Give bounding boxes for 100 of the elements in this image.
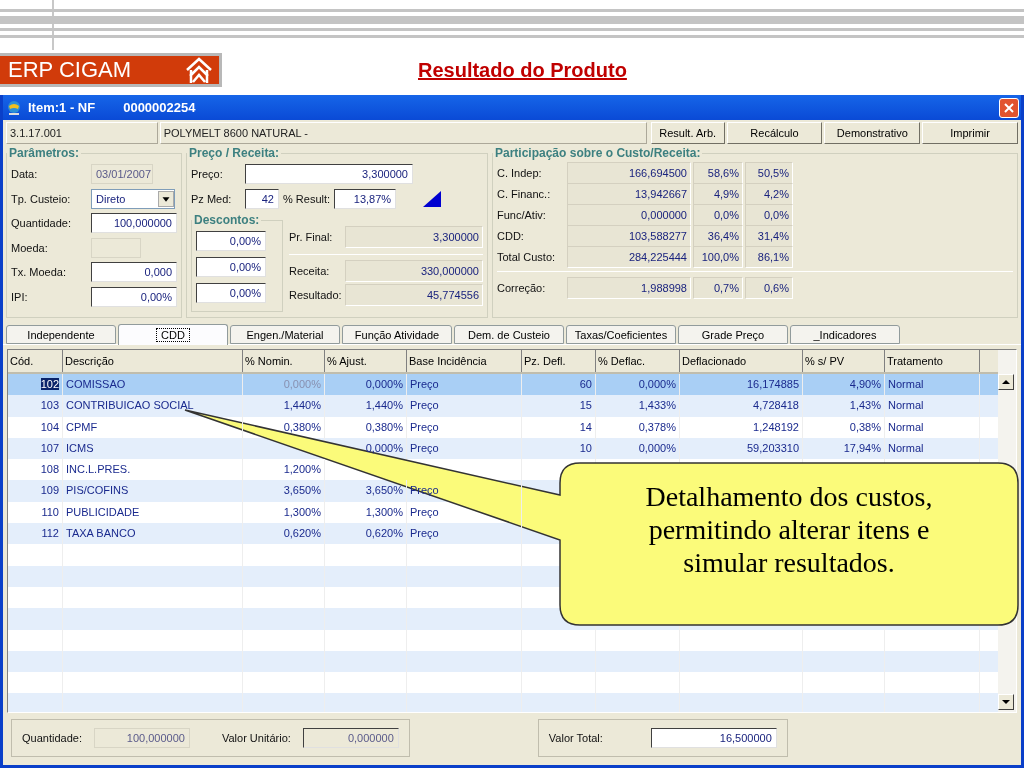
tab[interactable]: CDD <box>118 324 228 345</box>
tab[interactable]: Grade Preço <box>678 325 788 344</box>
readonly-field: 4,9% <box>693 182 743 205</box>
field-label: Preço: <box>191 168 224 181</box>
table-cell: 104 <box>8 416 63 438</box>
readonly-field: 86,1% <box>745 245 793 268</box>
readonly-field: 0,6% <box>745 277 793 300</box>
input-field[interactable]: 100,000000 <box>91 213 177 234</box>
table-cell: Preço <box>407 416 522 438</box>
readonly-field: 36,4% <box>693 224 743 247</box>
field-label: % Result: <box>283 192 331 205</box>
group-title: Preço / Receita: <box>188 146 281 160</box>
toolbar-button[interactable]: Result. Arb. <box>650 122 725 144</box>
readonly-field: 50,5% <box>745 161 793 184</box>
readonly-field: 58,6% <box>693 161 743 184</box>
column-header[interactable]: % Deflac. <box>596 350 680 372</box>
table-cell: PIS/COFINS <box>63 480 243 502</box>
field-label: Tx. Moeda: <box>11 266 68 279</box>
input-field[interactable]: 13,87% <box>334 188 397 209</box>
readonly-field: 31,4% <box>745 224 793 247</box>
table-cell: 1,248192 <box>680 416 803 438</box>
table-cell: 109 <box>8 480 63 502</box>
table-cell: Normal <box>885 416 980 438</box>
input-field[interactable]: 0,000 <box>91 262 177 283</box>
field-label: C. Financ.: <box>497 187 552 200</box>
discount-field[interactable]: 0,00% <box>196 283 266 303</box>
input-field[interactable]: 42 <box>245 188 279 209</box>
column-header[interactable]: Descrição <box>63 350 243 372</box>
field-label: Quantidade: <box>22 732 82 744</box>
readonly-field: 45,774556 <box>345 284 483 307</box>
readonly-field: 0,000000 <box>567 203 691 226</box>
toolbar-button[interactable]: Recálculo <box>726 122 823 144</box>
field-label: Valor Unitário: <box>221 732 291 744</box>
tab[interactable]: Função Atividade <box>342 325 452 344</box>
close-button[interactable] <box>999 97 1019 118</box>
discount-field[interactable]: 0,00% <box>196 257 266 277</box>
field-label: Quantidade: <box>11 217 72 230</box>
field-label: IPI: <box>11 290 29 303</box>
input-field[interactable]: 16,500000 <box>650 728 777 748</box>
readonly-field: 4,2% <box>745 182 793 205</box>
column-header[interactable]: % Ajust. <box>325 350 407 372</box>
field-label: Pz Med: <box>191 192 233 205</box>
readonly-field: 0,000000 <box>302 728 399 748</box>
column-header[interactable]: % s/ PV <box>803 350 885 372</box>
table-cell: 1,440% <box>243 395 325 417</box>
table-cell: 14 <box>522 416 596 438</box>
field-label: Resultado: <box>289 289 341 302</box>
tab[interactable]: Taxas/Coeficientes <box>566 325 676 344</box>
toolbar-button[interactable]: Demonstrativo <box>824 122 921 144</box>
table-cell: Preço <box>407 395 522 417</box>
column-header[interactable]: Base Incidência <box>407 350 522 372</box>
readonly-field: 284,225444 <box>567 245 691 268</box>
table-cell: 0,380% <box>325 416 407 438</box>
custeio-select[interactable]: Direto <box>91 188 175 209</box>
table-row[interactable]: 103 CONTRIBUICAO SOCIAL 1,440% 1,440% Preço 15 1,433% 4,728418 1,43% Normal <box>8 395 998 417</box>
table-cell: Normal <box>885 395 980 417</box>
readonly-field: 13,942667 <box>567 182 691 205</box>
column-header[interactable]: Cód. <box>8 350 63 372</box>
field-label: Receita: <box>289 264 331 277</box>
readonly-field: 103,588277 <box>567 224 691 247</box>
field-label: Total Custo: <box>497 250 557 263</box>
readonly-field: 0,0% <box>745 203 793 226</box>
readonly-field: 330,000000 <box>345 259 483 282</box>
table-cell: 3,650% <box>243 480 325 502</box>
column-header[interactable]: Deflacionado <box>680 350 803 372</box>
discount-field[interactable]: 0,00% <box>196 231 266 251</box>
caret-icon <box>158 190 174 207</box>
item-code: 3.1.17.001 <box>6 122 158 144</box>
table-cell: 0,38% <box>803 416 885 438</box>
field-label: Valor Total: <box>548 732 604 744</box>
toolbar-button[interactable]: Imprimir <box>922 122 1018 144</box>
field-label: C. Indep: <box>497 166 543 179</box>
column-header[interactable]: % Nomin. <box>243 350 325 372</box>
input-field[interactable]: 3,300000 <box>245 164 413 185</box>
table-row[interactable]: 102 COMISSAO 0,000% 0,000% Preço 60 0,000% 16,174885 4,90% Normal <box>8 374 998 396</box>
logo-text: ERP CIGAM <box>8 57 132 83</box>
readonly-field: 100,000000 <box>93 728 190 748</box>
up-arrow-icon <box>1002 379 1010 385</box>
scroll-up-button[interactable] <box>998 374 1014 390</box>
column-header[interactable]: Pz. Defl. <box>522 350 596 372</box>
field-label: Pr. Final: <box>289 231 334 244</box>
readonly-field: 166,694500 <box>567 161 691 184</box>
roof-icon <box>185 56 213 84</box>
field-label: Moeda: <box>11 241 49 254</box>
input-field[interactable]: 0,00% <box>91 286 177 307</box>
field-label: Correção: <box>497 282 547 295</box>
table-cell: 4,728418 <box>680 395 803 417</box>
readonly-field: 03/01/2007 <box>91 164 153 185</box>
tab[interactable]: Independente <box>6 325 116 344</box>
column-header[interactable]: Tratamento <box>885 350 980 372</box>
group-title: Participação sobre o Custo/Receita: <box>494 146 702 160</box>
field-label: Tp. Custeio: <box>11 192 72 205</box>
tab[interactable]: _Indicadores <box>790 325 900 344</box>
document-number: 0000002254 <box>123 100 196 115</box>
scroll-down-button[interactable] <box>998 694 1014 710</box>
tab[interactable]: Dem. de Custeio <box>454 325 564 344</box>
globe-icon <box>6 99 22 116</box>
table-cell: 1,43% <box>803 395 885 417</box>
tab[interactable]: Engen./Material <box>230 325 340 344</box>
field-label: Data: <box>11 168 39 181</box>
